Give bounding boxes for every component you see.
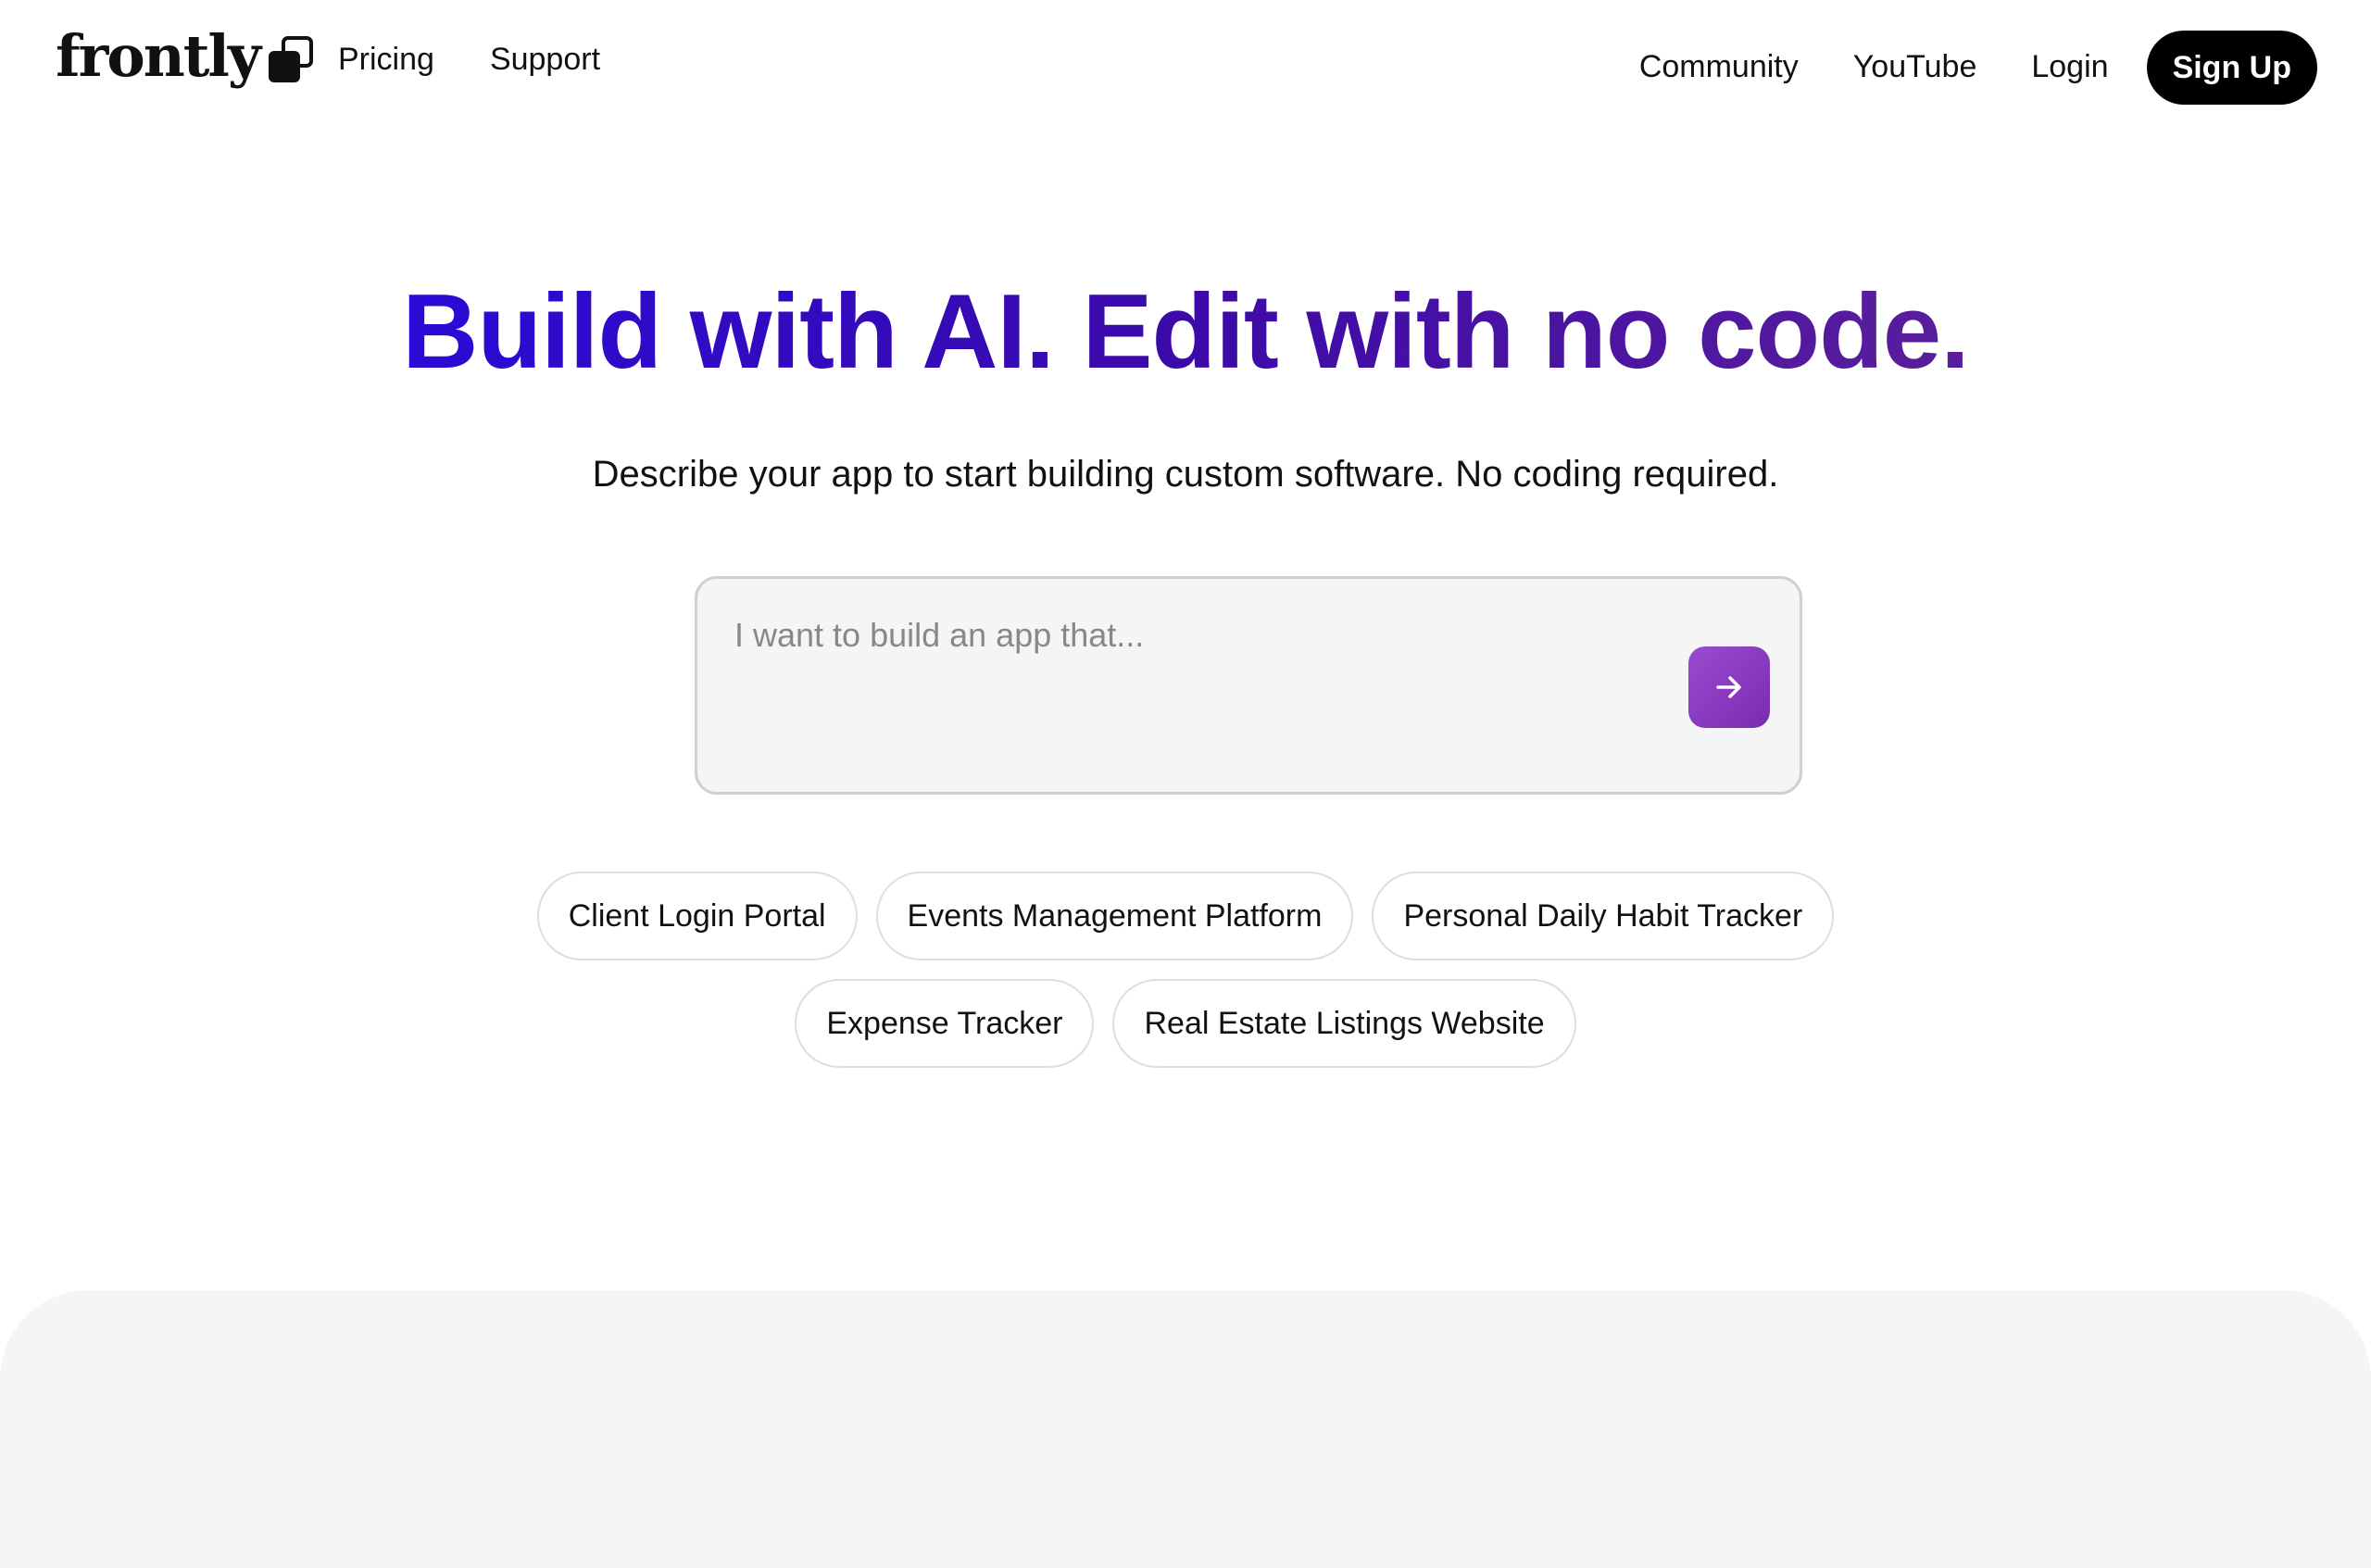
- secondary-nav: Community YouTube Login Sign Up: [1639, 31, 2317, 105]
- suggestion-chip-personal-daily-habit-tracker[interactable]: Personal Daily Habit Tracker: [1372, 872, 1835, 960]
- hero-subtitle: Describe your app to start building cust…: [592, 454, 1779, 495]
- nav-link-support[interactable]: Support: [490, 42, 600, 77]
- frontly-logo[interactable]: frontly: [56, 28, 317, 85]
- suggestion-chips-row-2: Expense Tracker Real Estate Listings Web…: [0, 979, 2371, 1068]
- suggestion-chip-events-management-platform[interactable]: Events Management Platform: [875, 872, 1354, 960]
- nav-link-community[interactable]: Community: [1639, 49, 1799, 84]
- suggestion-chip-client-login-portal[interactable]: Client Login Portal: [536, 872, 858, 960]
- primary-nav: Pricing Support: [338, 42, 600, 77]
- hero-title-text: Build with AI. Edit with no code.: [402, 273, 1970, 391]
- next-section-panel: [0, 1290, 2371, 1568]
- nav-link-pricing[interactable]: Pricing: [338, 42, 434, 77]
- site-header: frontly Pricing Support Community YouTub…: [0, 0, 2371, 134]
- app-description-input[interactable]: [734, 616, 1624, 755]
- nav-link-youtube[interactable]: YouTube: [1853, 49, 1977, 84]
- suggestion-chip-real-estate-listings-website[interactable]: Real Estate Listings Website: [1112, 979, 1576, 1068]
- app-prompt-box: [695, 576, 1802, 795]
- hero-title: Build with AI. Edit with no code.: [0, 274, 2371, 390]
- nav-link-login[interactable]: Login: [2031, 49, 2108, 84]
- logo-wordmark: frontly: [56, 22, 261, 90]
- suggestion-chip-expense-tracker[interactable]: Expense Tracker: [795, 979, 1095, 1068]
- logo-mark-icon: [268, 36, 313, 82]
- submit-prompt-button[interactable]: [1688, 646, 1770, 728]
- arrow-right-icon: [1716, 676, 1741, 698]
- suggestion-chips-row-1: Client Login Portal Events Management Pl…: [0, 872, 2371, 960]
- sign-up-button[interactable]: Sign Up: [2146, 31, 2317, 105]
